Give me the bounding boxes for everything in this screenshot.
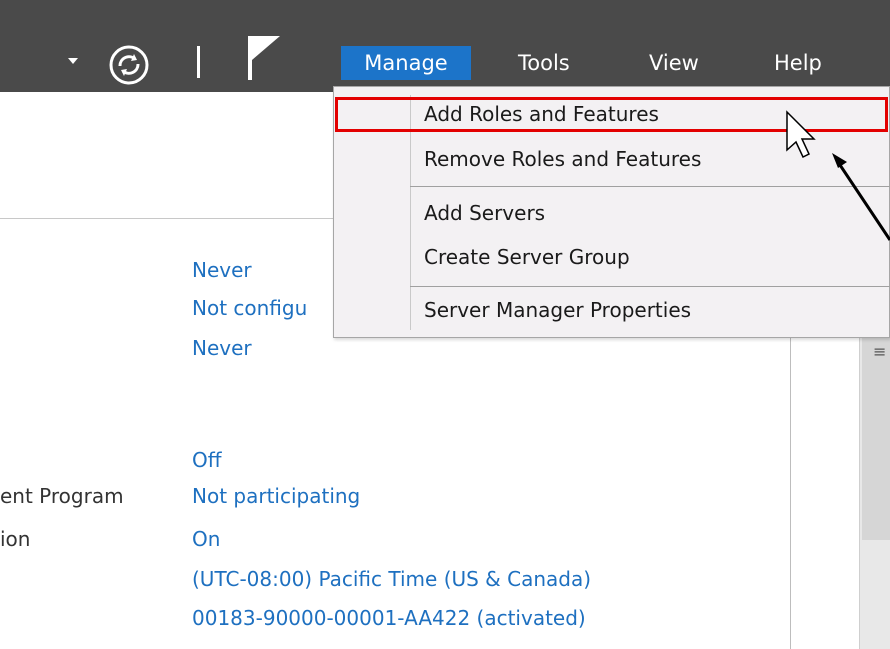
mouse-pointer-icon (786, 110, 816, 159)
annotation-overlay (786, 110, 890, 241)
annotation-arrow-icon (832, 153, 890, 241)
